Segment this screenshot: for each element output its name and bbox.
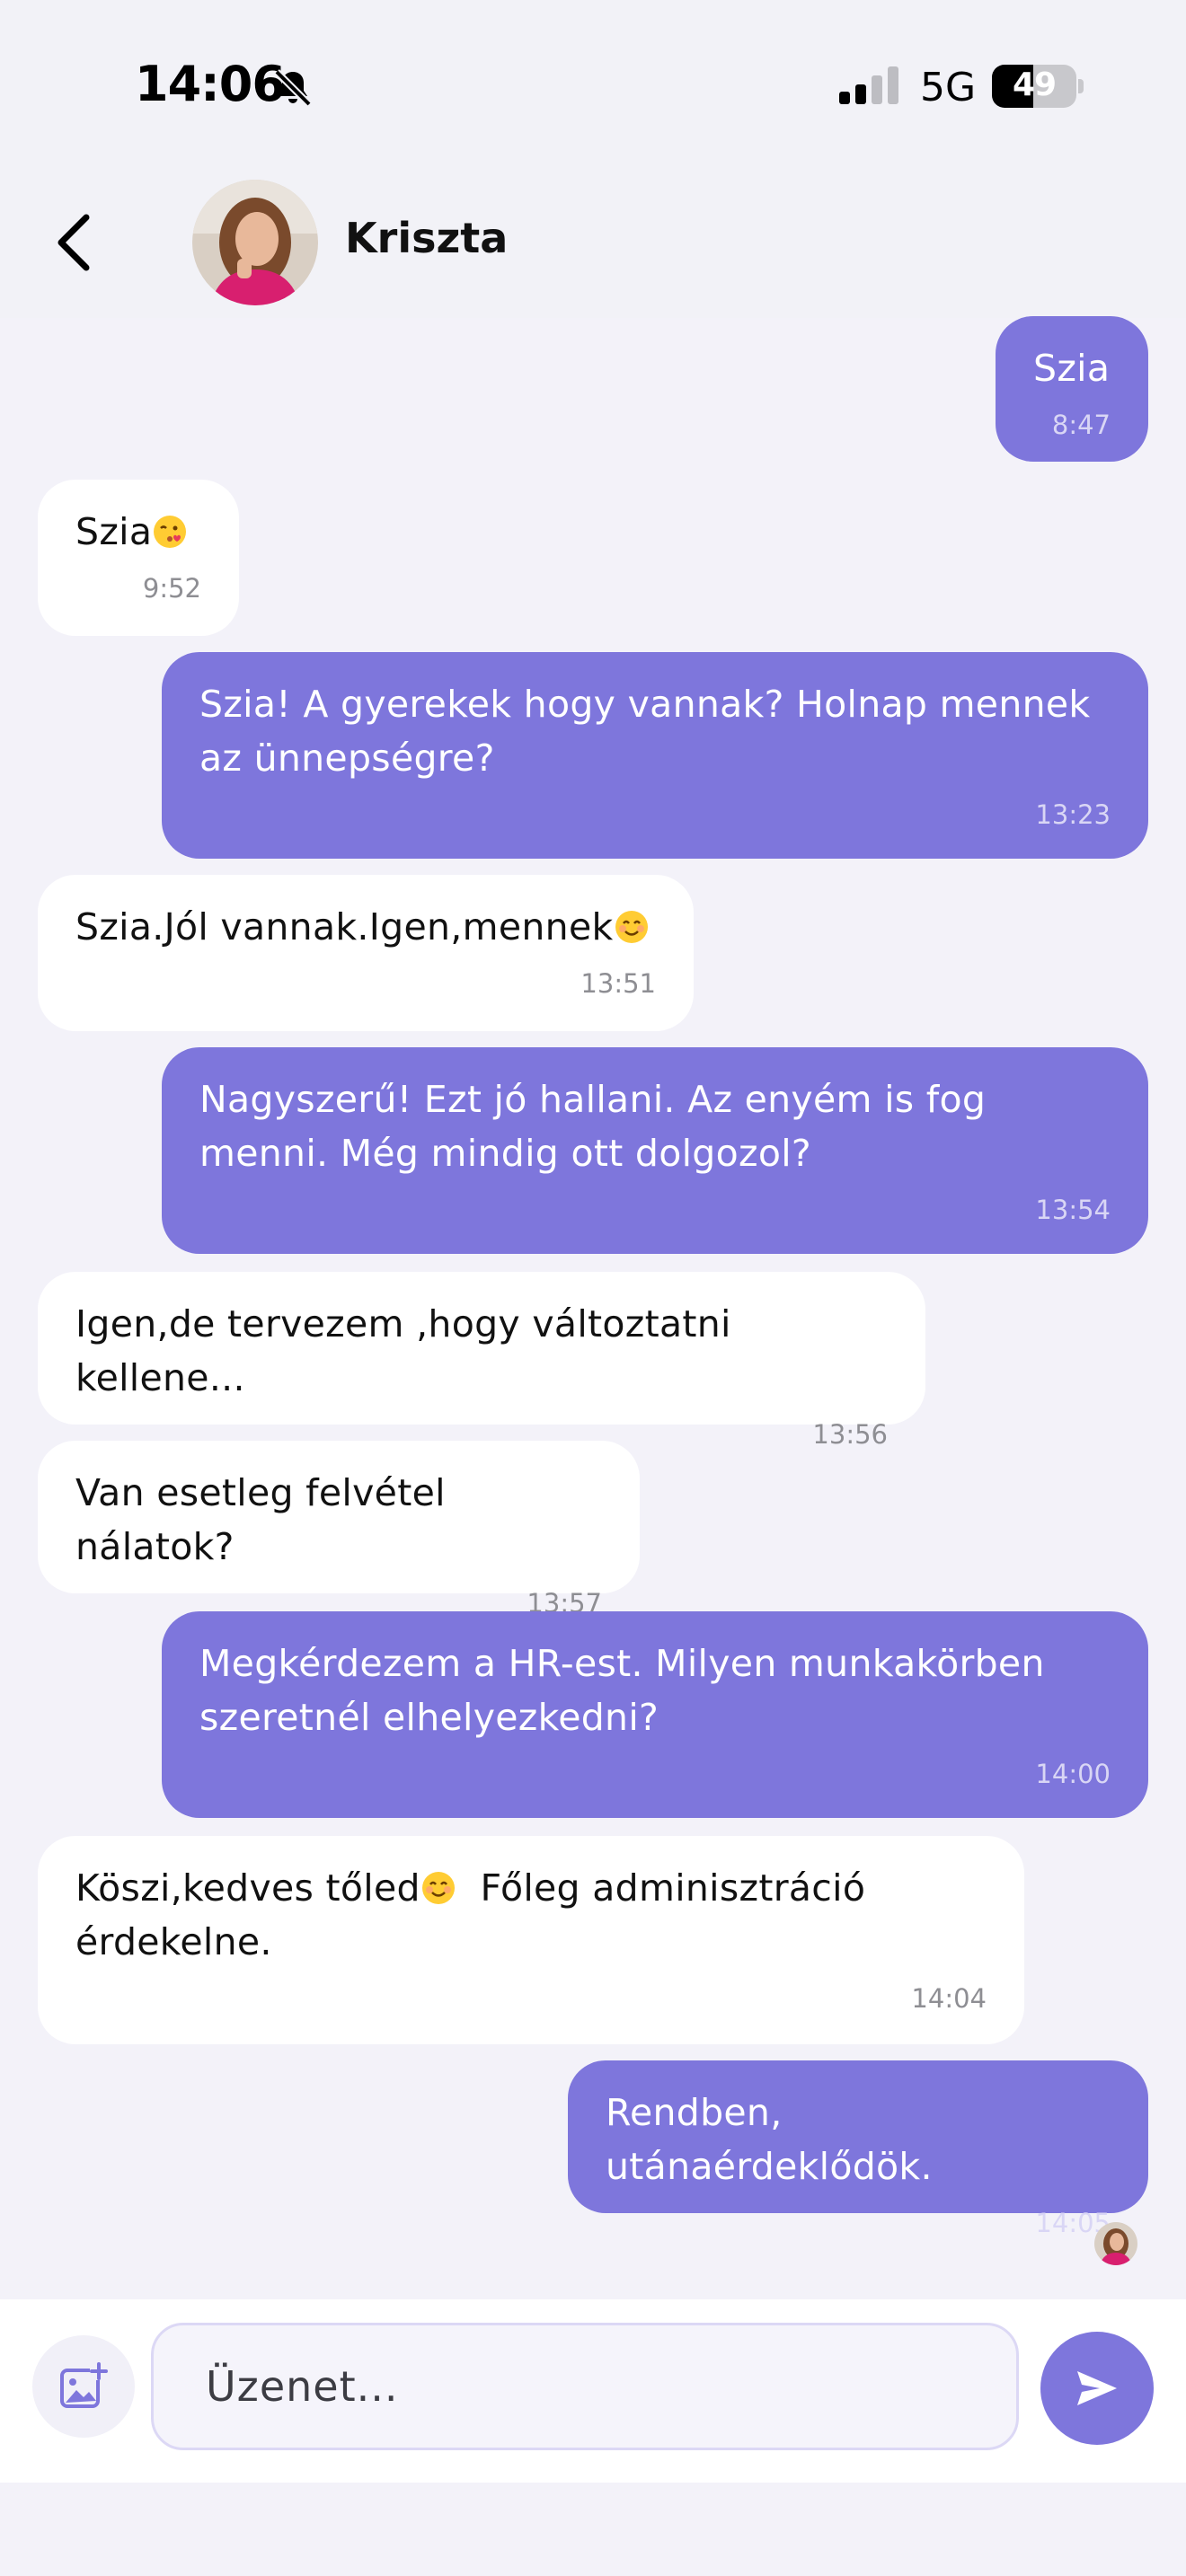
send-button[interactable]	[1040, 2332, 1154, 2445]
message-text: Szia! A gyerekek hogy vannak? Holnap men…	[199, 683, 1102, 780]
message-time: 8:47	[1051, 410, 1111, 440]
battery-level: 49	[1012, 66, 1057, 103]
read-receipt-avatar	[1094, 2222, 1137, 2265]
network-label: 5G	[920, 65, 977, 110]
signal-icon	[839, 66, 898, 104]
message-text: Köszi,kedves tőled	[75, 1866, 420, 1910]
chat-header: Kriszta	[0, 171, 1186, 318]
message-text: Rendben, utánaérdeklődök.	[606, 2091, 933, 2188]
attach-image-button[interactable]	[32, 2335, 135, 2438]
message-time: 13:23	[1035, 799, 1111, 830]
status-bar: 14:06 5G 49	[0, 0, 1186, 171]
message-text: Szia.Jól vannak.Igen,mennek	[75, 905, 614, 948]
kissing-heart-emoji	[154, 516, 187, 548]
message-text: Igen,de tervezem ,hogy változtatni kelle…	[75, 1302, 744, 1399]
home-indicator-area	[0, 2483, 1186, 2576]
message-time: 13:54	[1035, 1195, 1111, 1225]
message-input[interactable]: Üzenet...	[151, 2323, 1019, 2450]
message-text: Nagyszerű! Ezt jó hallani. Az enyém is f…	[199, 1078, 998, 1175]
message-time: 9:52	[142, 573, 201, 604]
send-icon	[1077, 2371, 1117, 2405]
message-incoming[interactable]: Van esetleg felvétel nálatok? 13:57	[38, 1441, 640, 1619]
message-time: 14:05	[1035, 2208, 1111, 2238]
image-plus-icon	[60, 2362, 108, 2408]
message-incoming[interactable]: Igen,de tervezem ,hogy változtatni kelle…	[38, 1272, 925, 1450]
message-incoming[interactable]: Szia 9:52	[38, 480, 239, 636]
status-time: 14:06	[135, 56, 286, 112]
message-incoming[interactable]: Szia.Jól vannak.Igen,mennek 13:51	[38, 875, 694, 1031]
message-text: Megkérdezem a HR-est. Milyen munkakörben…	[199, 1642, 1058, 1739]
chevron-left-icon[interactable]	[49, 207, 102, 278]
smiling-emoji	[615, 911, 648, 943]
avatar[interactable]	[192, 180, 318, 305]
message-outgoing[interactable]: Szia 8:47	[996, 316, 1148, 462]
message-outgoing[interactable]: Szia! A gyerekek hogy vannak? Holnap men…	[162, 652, 1148, 859]
smiling-emoji	[421, 1872, 455, 1904]
contact-name[interactable]: Kriszta	[345, 214, 508, 262]
message-outgoing[interactable]: Nagyszerű! Ezt jó hallani. Az enyém is f…	[162, 1047, 1148, 1254]
bell-slash-icon	[274, 69, 312, 107]
battery-cap	[1078, 79, 1084, 93]
message-time: 14:04	[911, 1983, 987, 2014]
message-time: 13:51	[580, 968, 656, 999]
message-outgoing[interactable]: Megkérdezem a HR-est. Milyen munkakörben…	[162, 1611, 1148, 1818]
message-time: 14:00	[1035, 1759, 1111, 1789]
battery-icon: 49	[992, 65, 1076, 108]
message-incoming[interactable]: Köszi,kedves tőled Főleg adminisztráció …	[38, 1836, 1024, 2044]
message-outgoing[interactable]: Rendben, utánaérdeklődök. 14:05	[568, 2060, 1148, 2238]
message-text: Van esetleg felvétel nálatok?	[75, 1471, 458, 1568]
message-text: Szia	[1033, 347, 1111, 390]
message-composer: Üzenet...	[0, 2299, 1186, 2483]
message-text: Szia	[75, 510, 153, 553]
